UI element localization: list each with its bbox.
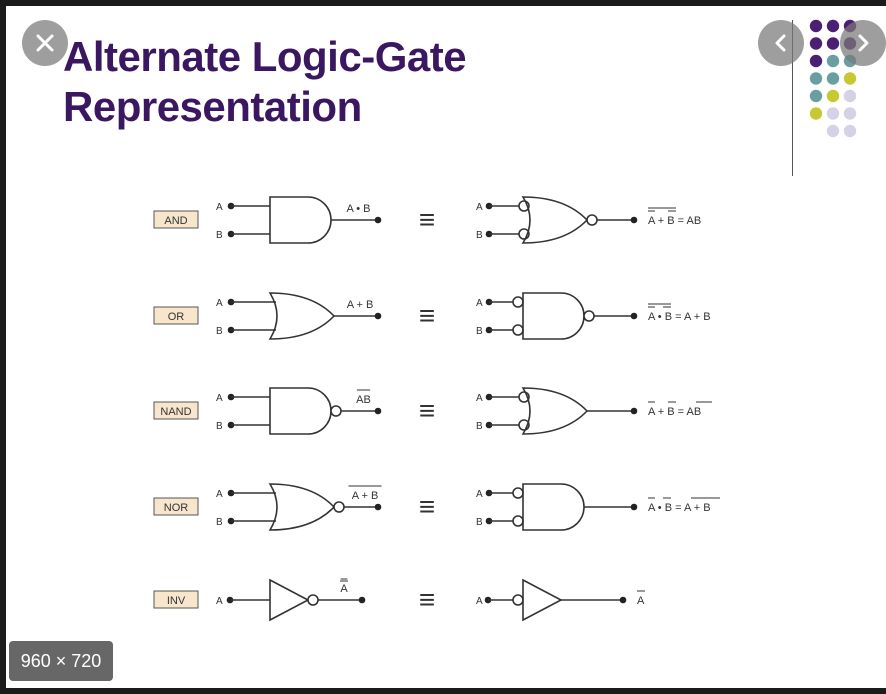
gate-type-label: OR — [168, 311, 185, 323]
logic-gate-diagram: ANDABA • B ≡ ABA + B = ABORABA + B ≡ ABA • B… — [153, 196, 720, 622]
inversion-bubble — [512, 487, 524, 499]
right-output-expression: A + B = AB — [648, 406, 701, 418]
input-a-label: A — [476, 596, 483, 607]
left-output-dot — [374, 216, 382, 224]
input-b-label: B — [216, 421, 223, 432]
inversion-bubble — [512, 515, 524, 527]
input-b-label: B — [216, 517, 223, 528]
gate-type-label: AND — [164, 215, 187, 227]
left-output-expression: A — [340, 583, 348, 595]
input-a-label: A — [216, 596, 223, 607]
input-b-label: B — [216, 326, 223, 337]
left-output-dot — [374, 503, 382, 511]
input-b-label: B — [216, 230, 223, 241]
close-icon — [36, 34, 54, 52]
inverter-body — [522, 578, 563, 622]
input-b-label: B — [476, 326, 483, 337]
right-output-expression: A — [637, 595, 645, 607]
inversion-bubble — [333, 501, 345, 513]
inversion-bubble — [512, 594, 524, 606]
input-a-label: A — [216, 202, 223, 213]
right-output-expression: A • B = A + B — [648, 311, 711, 323]
gate-row-nand: NANDABAB ≡ ABA + B = AB — [153, 387, 712, 435]
previous-image-button[interactable] — [758, 20, 804, 66]
inversion-bubble — [583, 310, 595, 322]
input-b-label: B — [476, 421, 483, 432]
left-output-expression: A • B — [346, 203, 370, 215]
right-output-dot — [630, 312, 638, 320]
right-output-dot — [630, 503, 638, 511]
chevron-right-icon — [858, 34, 869, 52]
equivalence-sign: ≡ — [419, 300, 435, 331]
inversion-bubble — [512, 296, 524, 308]
gate-row-and: AND A B A • B ≡ A B A + B = AB — [153, 196, 701, 244]
input-b-label: B — [476, 230, 483, 241]
close-button[interactable] — [22, 20, 68, 66]
chevron-left-icon — [775, 34, 786, 52]
left-output-dot — [374, 407, 382, 415]
right-output-dot — [630, 407, 638, 415]
left-output-dot — [358, 596, 366, 604]
or-gate-body — [268, 292, 336, 340]
gate-type-label: NOR — [164, 502, 189, 514]
right-output-dot — [619, 596, 627, 604]
inverter-body — [269, 578, 310, 622]
and-gate-body — [269, 196, 332, 244]
inversion-bubble — [307, 594, 319, 606]
or-gate-body — [521, 196, 589, 244]
and-gate-body — [522, 483, 585, 531]
input-a-label: A — [476, 298, 483, 309]
right-output-dot — [630, 216, 638, 224]
input-a-label: A — [476, 202, 483, 213]
gate-row-inv: INV A A ≡ A A — [153, 578, 645, 622]
left-output-expression: A + B — [347, 299, 374, 311]
input-a-label: A — [476, 489, 483, 500]
inversion-bubble — [586, 214, 598, 226]
gate-row-or: OR A B A + B ≡ A B A • B = A + B — [153, 292, 711, 340]
or-gate-body — [268, 483, 336, 531]
equivalence-sign: ≡ — [419, 584, 435, 615]
inversion-bubble — [330, 405, 342, 417]
right-output-expression: A • B = A + B — [648, 502, 711, 514]
input-a-label: A — [216, 393, 223, 404]
right-output-expression: A + B = AB — [648, 215, 701, 227]
slide: Alternate Logic-Gate Representation AND A B… — [6, 6, 886, 688]
equivalence-sign: ≡ — [419, 395, 435, 426]
gate-row-nor: NOR A B A + B ≡ A B A • B = A + B — [153, 483, 720, 531]
left-output-expression: A + B — [352, 490, 379, 502]
left-output-dot — [374, 312, 382, 320]
input-a-label: A — [216, 489, 223, 500]
image-dimensions-badge: 960 × 720 — [9, 641, 113, 681]
or-gate-body — [521, 387, 589, 435]
input-a-label: A — [476, 393, 483, 404]
equivalence-sign: ≡ — [419, 491, 435, 522]
gate-type-label: NAND — [160, 406, 191, 418]
input-b-label: B — [476, 517, 483, 528]
gate-type-label: INV — [167, 595, 186, 607]
inversion-bubble — [512, 324, 524, 336]
next-image-button[interactable] — [840, 20, 886, 66]
and-gate-body — [269, 387, 332, 435]
input-a-label: A — [216, 298, 223, 309]
and-gate-body — [522, 292, 585, 340]
left-output-expression: AB — [356, 394, 371, 406]
equivalence-sign: ≡ — [419, 204, 435, 235]
